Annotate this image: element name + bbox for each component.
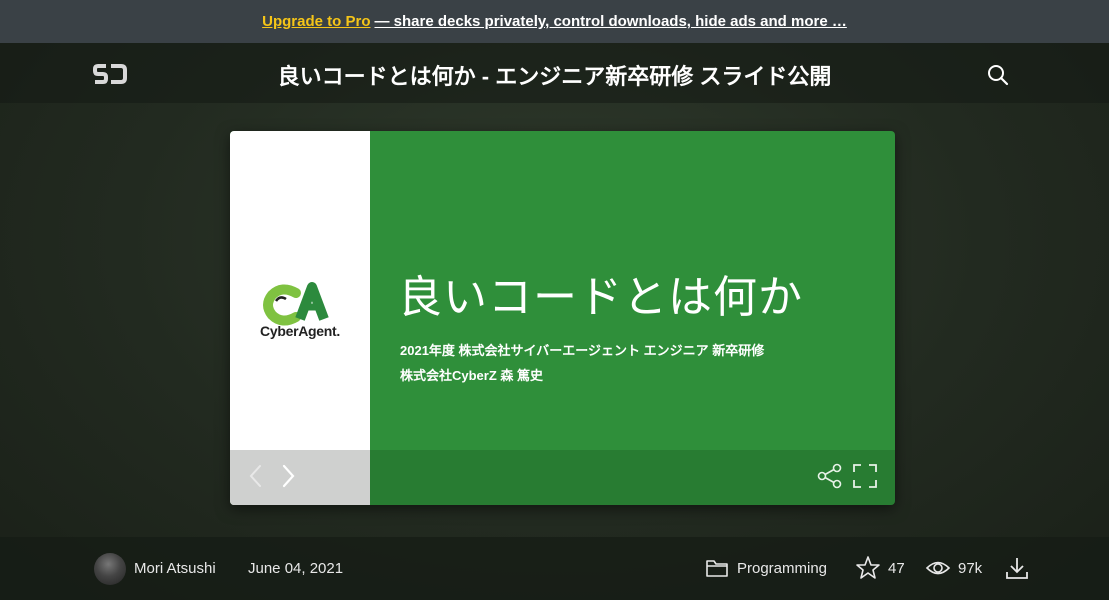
author-name[interactable]: Mori Atsushi [134,560,216,577]
slide-nav-area [230,450,370,505]
search-icon[interactable] [986,63,1010,87]
slide-logo-panel: CyberAgent. [230,131,370,505]
promo-text-link[interactable]: — share decks privately, control downloa… [374,13,846,30]
eye-icon [925,561,951,575]
chevron-left-icon[interactable] [246,462,266,490]
upgrade-link[interactable]: Upgrade to Pro [262,13,370,30]
category-link[interactable]: Programming [737,560,827,577]
chevron-right-icon[interactable] [278,462,298,490]
slide-viewer[interactable]: CyberAgent. 良いコードとは何か 2021年度 株式会社サイバーエージ… [230,131,895,505]
download-icon[interactable] [1004,555,1030,581]
view-count: 97k [958,560,983,577]
header: 良いコードとは何か - エンジニア新卒研修 スライド公開 [0,43,1109,103]
publish-date: June 04, 2021 [248,560,344,577]
star-icon[interactable] [855,555,881,581]
page-title: 良いコードとは何か - エンジニア新卒研修 スライド公開 [277,64,832,89]
promo-banner: Upgrade to Pro — share decks privately, … [0,0,1109,43]
slide-controls [230,450,895,505]
folder-icon [706,560,728,577]
slide-heading: 良いコードとは何か [398,273,803,322]
fullscreen-icon[interactable] [851,462,879,490]
share-icon[interactable] [816,462,844,490]
cyberagent-wordmark: CyberAgent. [260,323,340,339]
avatar[interactable] [94,553,126,585]
slide-subtitle-2: 株式会社CyberZ 森 篤史 [400,368,544,383]
footer-meta: Mori Atsushi June 04, 2021 Programming 4… [0,537,1109,600]
slide-subtitle-1: 2021年度 株式会社サイバーエージェント エンジニア 新卒研修 [400,343,765,358]
star-count: 47 [888,560,905,577]
